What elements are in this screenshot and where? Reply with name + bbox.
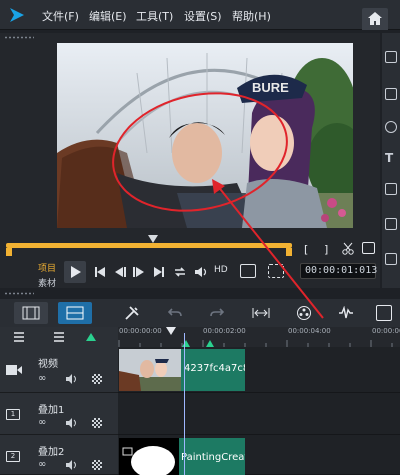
photo-clip[interactable] (119, 349, 181, 391)
reel-icon[interactable] (296, 305, 312, 321)
media-icon[interactable] (385, 88, 397, 100)
ruler-tick: 00:00:06:00 (372, 327, 400, 335)
menu-edit[interactable]: 编辑(E) (89, 8, 127, 24)
mask-thumbnail (122, 446, 175, 475)
track-header-video: 视频 ∞ (0, 347, 118, 393)
tools-icon[interactable] (124, 305, 140, 321)
timeline-ruler[interactable]: 00:00:00:00 00:00:02:00 00:00:04:00 00:0… (0, 327, 400, 347)
track-lane-overlay1[interactable] (118, 393, 400, 435)
menu-help[interactable]: 帮助(H) (232, 8, 271, 24)
mode-project[interactable]: 项目 (38, 261, 56, 274)
menu-tools[interactable]: 工具(T) (136, 8, 173, 24)
right-toolbar: T (382, 33, 400, 288)
ripple-icon[interactable] (92, 460, 102, 470)
trim-end-marker[interactable] (286, 248, 292, 256)
link-icon[interactable]: ∞ (38, 417, 46, 428)
scrubber-handle[interactable] (148, 235, 158, 243)
resolution-icon[interactable]: HD (214, 265, 228, 275)
scene-marker-icon[interactable] (206, 340, 214, 347)
logo-icon (10, 8, 24, 22)
home-icon (368, 12, 382, 25)
volume-icon[interactable] (194, 265, 208, 279)
snapshot-icon[interactable] (362, 242, 375, 254)
timeline-view-button[interactable] (58, 302, 92, 324)
track-manager-icon[interactable] (14, 332, 28, 342)
mute-icon[interactable] (66, 460, 78, 470)
menu-bar: 文件(F) 编辑(E) 工具(T) 设置(S) 帮助(H) (0, 0, 400, 30)
play-icon (71, 266, 81, 278)
crop-icon[interactable] (268, 264, 284, 278)
path-icon[interactable] (385, 253, 397, 265)
panel-grip (4, 36, 34, 39)
preview-video: BURE (57, 43, 353, 228)
chapter-icon[interactable] (54, 332, 68, 342)
repeat-icon[interactable] (173, 265, 187, 279)
divider-grip[interactable] (4, 292, 34, 295)
mask-clip[interactable] (119, 438, 179, 475)
undo-icon[interactable] (168, 306, 182, 320)
mark-in-button[interactable]: [ (304, 243, 308, 256)
overlay-track-icon[interactable]: 2 (6, 451, 20, 462)
cap-text: BURE (252, 80, 289, 95)
aspect-icon[interactable] (240, 264, 256, 278)
track-controls-header (0, 327, 118, 347)
home-button[interactable] (362, 8, 388, 30)
skip-end-icon[interactable] (153, 266, 165, 278)
playhead-line[interactable] (184, 333, 185, 475)
ripple-icon[interactable] (92, 418, 102, 428)
graphics-icon[interactable] (385, 183, 397, 195)
overlay-track-icon[interactable]: 1 (6, 409, 20, 420)
track-name: 叠加2 (38, 447, 65, 458)
transition-icon[interactable] (385, 121, 397, 133)
scrubber-bar[interactable] (6, 243, 292, 248)
preview-photo: BURE (57, 43, 353, 228)
scissors-icon[interactable] (342, 242, 355, 255)
timeline-toolbar (0, 299, 400, 327)
mute-icon[interactable] (66, 418, 78, 428)
trim-start-marker[interactable] (6, 248, 12, 256)
skip-start-icon[interactable] (94, 266, 106, 278)
track-name: 叠加1 (38, 405, 65, 416)
title-icon[interactable]: T (385, 151, 397, 165)
filmstrip-icon (22, 306, 40, 320)
ruler-tick: 00:00:00:00 (119, 327, 162, 335)
step-back-icon[interactable] (114, 266, 126, 278)
photo-thumbnail (119, 349, 181, 391)
audio-mixer-icon[interactable] (338, 306, 354, 320)
timeline-icon (66, 306, 84, 320)
play-button[interactable] (64, 261, 86, 283)
painting-clip[interactable]: PaintingCreator (179, 438, 245, 475)
ruler-tick: 00:00:02:00 (203, 327, 246, 335)
track-header-overlay1: 1 叠加1 ∞ (0, 393, 118, 435)
clip-label: 4237fc4a7c819 (184, 363, 245, 374)
track-lane-video[interactable]: 4237fc4a7c819 (118, 347, 400, 393)
track-header-overlay2: 2 叠加2 ∞ (0, 435, 118, 475)
link-icon[interactable]: ∞ (38, 459, 46, 470)
redo-icon[interactable] (210, 306, 224, 320)
storyboard-view-button[interactable] (14, 302, 48, 324)
track-lane-overlay2[interactable]: PaintingCreator (118, 435, 400, 475)
fit-timeline-icon[interactable] (252, 306, 270, 320)
ripple-icon[interactable] (92, 374, 102, 384)
mode-clip[interactable]: 素材 (38, 276, 56, 289)
menu-settings[interactable]: 设置(S) (184, 8, 222, 24)
add-marker-icon[interactable] (86, 333, 96, 341)
trim-marker-icon[interactable] (166, 327, 176, 337)
video-track-icon[interactable] (6, 364, 22, 376)
step-forward-icon[interactable] (133, 266, 145, 278)
clip-label: PaintingCreator (181, 452, 245, 463)
ruler-ticks (118, 340, 393, 347)
track-name: 视频 (38, 359, 58, 370)
import-icon[interactable] (385, 51, 397, 63)
mute-icon[interactable] (66, 374, 78, 384)
mark-out-button[interactable]: ] (324, 243, 328, 256)
timecode-display[interactable]: 00:00:01:013 (300, 263, 377, 279)
auto-music-icon[interactable] (376, 305, 392, 321)
link-icon[interactable]: ∞ (38, 373, 46, 384)
ruler-tick: 00:00:04:00 (288, 327, 331, 335)
video-clip[interactable]: 4237fc4a7c819 (181, 349, 245, 391)
filter-icon[interactable] (385, 218, 397, 230)
menu-file[interactable]: 文件(F) (42, 8, 79, 24)
